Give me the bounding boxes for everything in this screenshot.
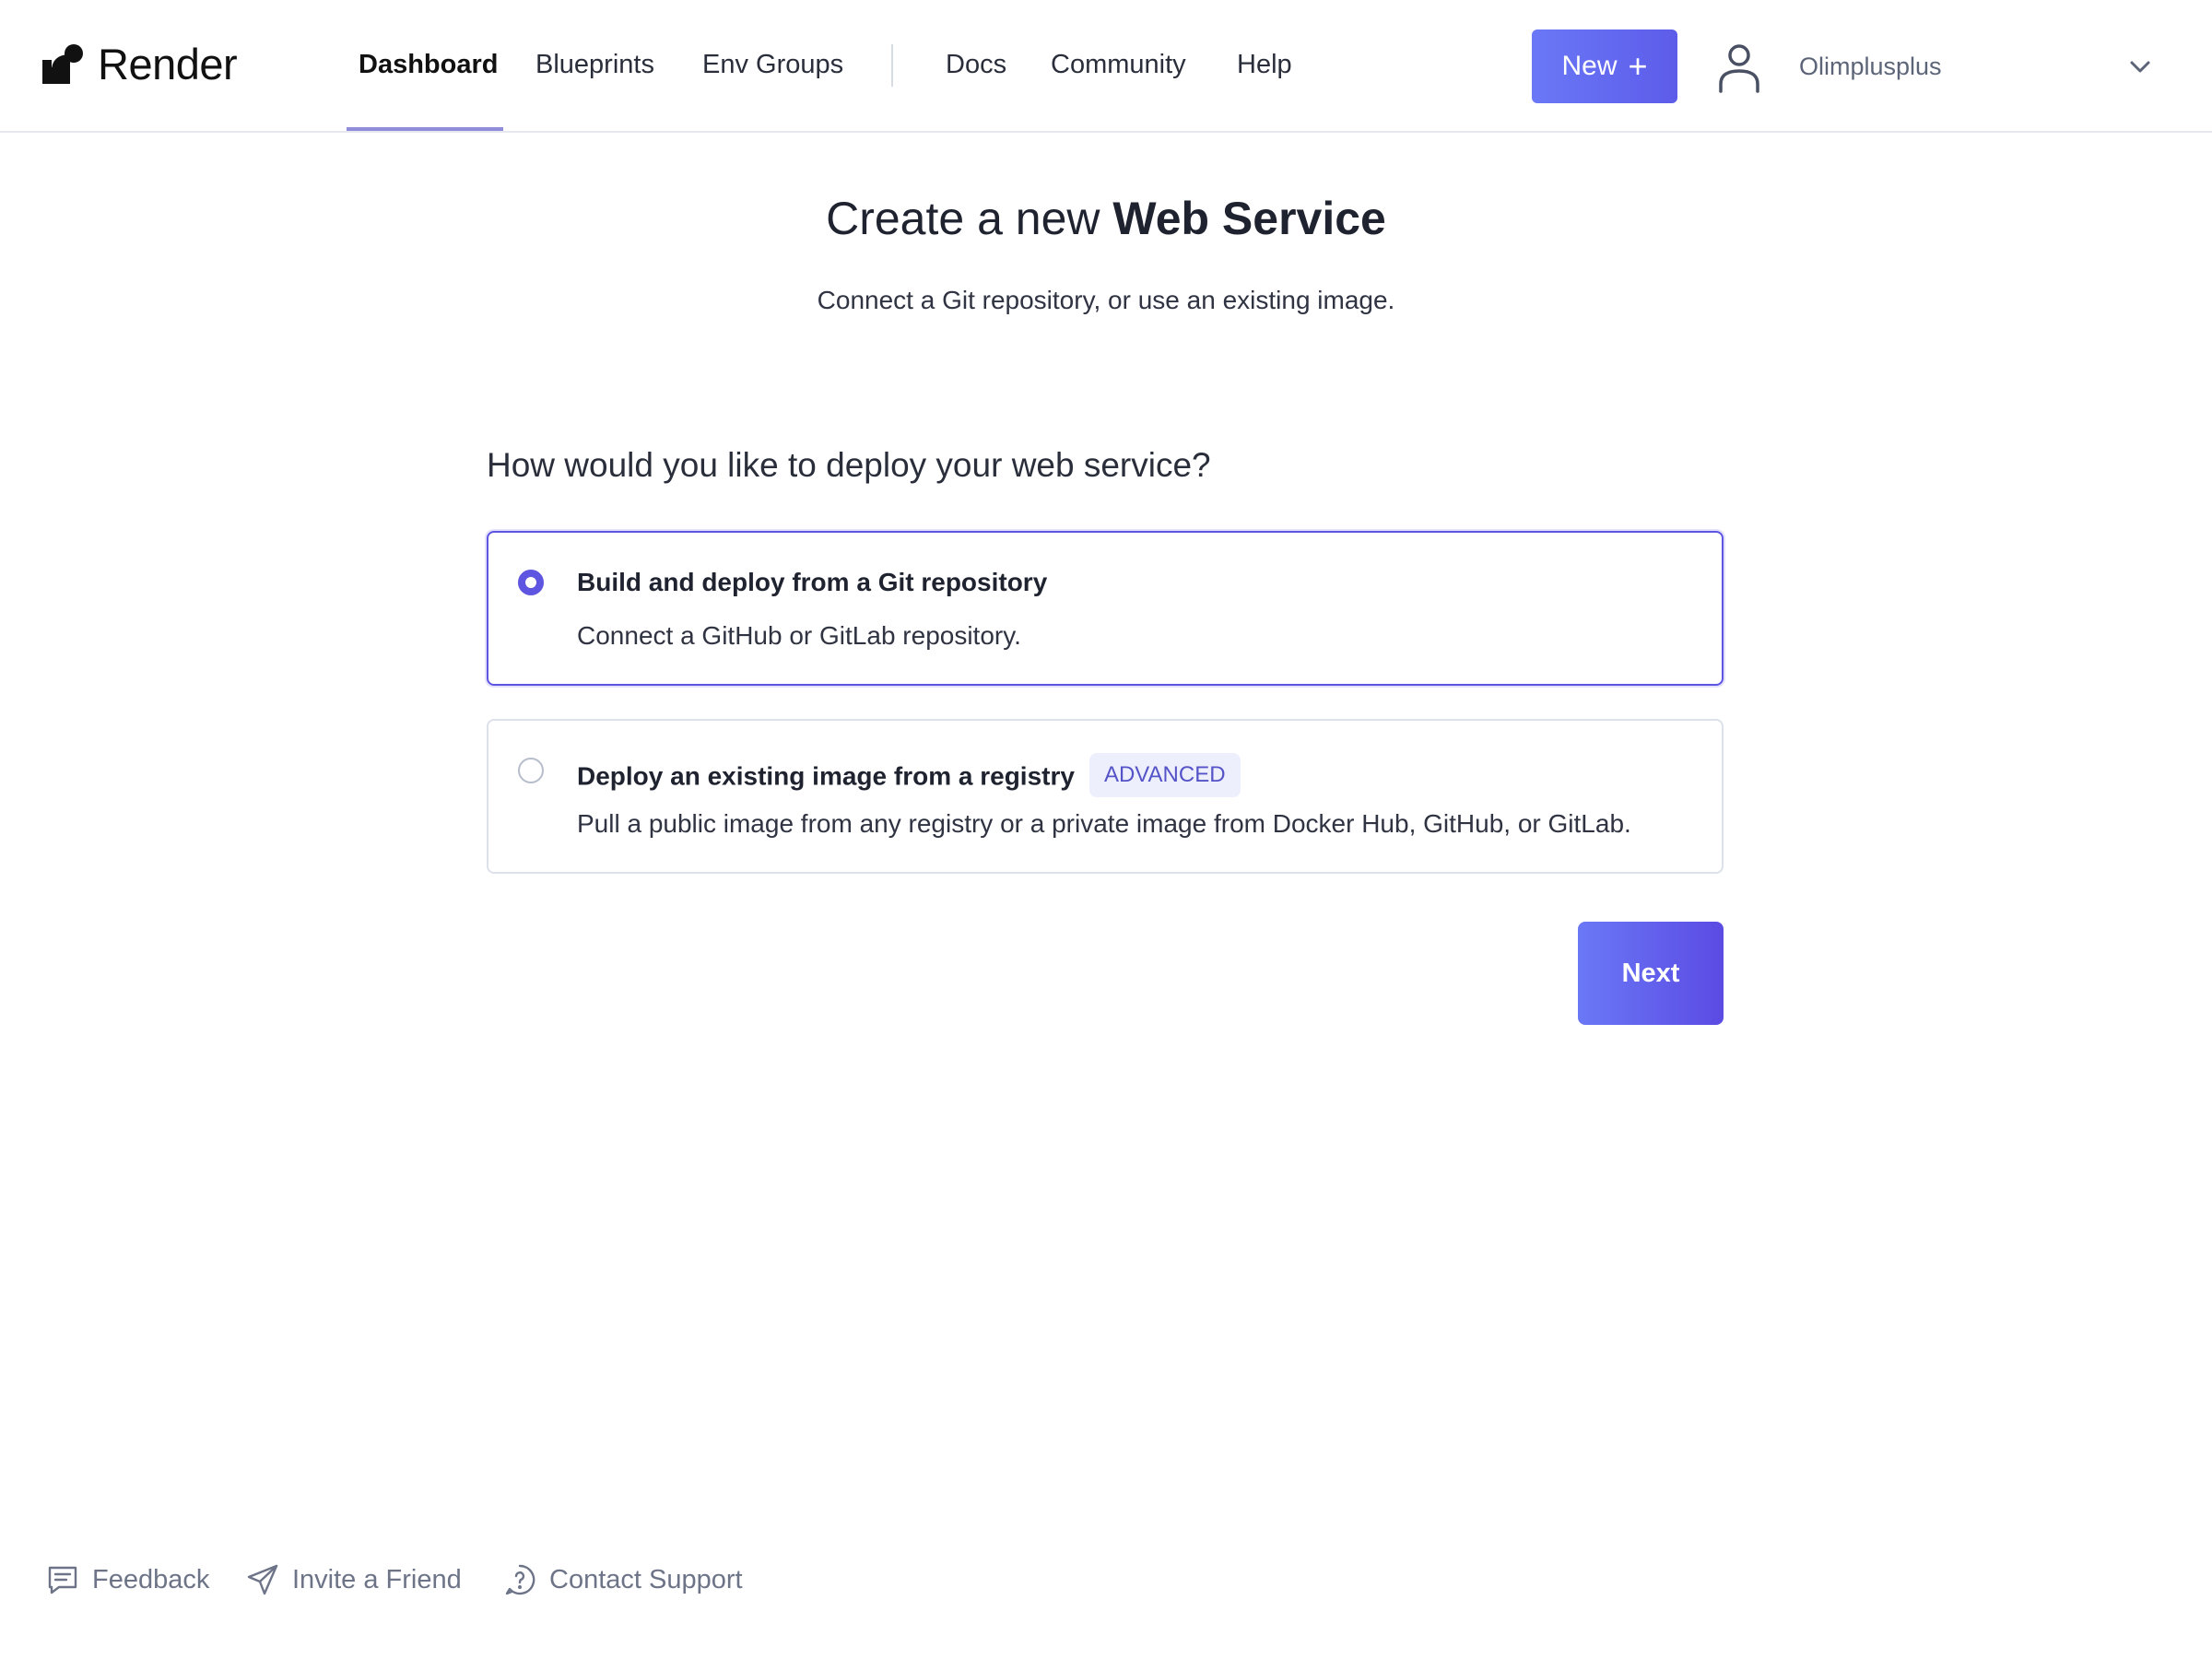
page-title-prefix: Create a new bbox=[826, 193, 1100, 244]
contact-support-link[interactable]: Contact Support bbox=[503, 1558, 743, 1602]
option-description: Pull a public image from any registry or… bbox=[577, 809, 1631, 838]
avatar[interactable] bbox=[1701, 29, 1777, 105]
invite-label: Invite a Friend bbox=[292, 1564, 462, 1594]
nav-help[interactable]: Help bbox=[1237, 0, 1292, 131]
nav-env-groups[interactable]: Env Groups bbox=[702, 0, 843, 131]
render-logo[interactable]: Render bbox=[42, 39, 238, 88]
render-logo-icon bbox=[42, 44, 83, 84]
page-subtitle: Connect a Git repository, or use an exis… bbox=[817, 286, 1395, 314]
invite-friend-link[interactable]: Invite a Friend bbox=[246, 1558, 462, 1602]
option-existing-image[interactable]: Deploy an existing image from a registry… bbox=[487, 719, 1724, 874]
new-button[interactable]: New + bbox=[1532, 29, 1677, 103]
option-description: Connect a GitHub or GitLab repository. bbox=[577, 621, 1021, 650]
account-name[interactable]: Olimplusplus bbox=[1799, 0, 1942, 133]
plus-icon: + bbox=[1628, 47, 1648, 85]
next-button[interactable]: Next bbox=[1578, 922, 1724, 1025]
option-title: Build and deploy from a Git repository bbox=[577, 568, 1048, 596]
nav-docs[interactable]: Docs bbox=[946, 0, 1006, 131]
page-title-emphasis: Web Service bbox=[1112, 193, 1386, 244]
radio-git-repository[interactable] bbox=[518, 570, 544, 595]
support-label: Contact Support bbox=[549, 1564, 743, 1594]
feedback-icon bbox=[48, 1566, 77, 1594]
send-icon bbox=[247, 1564, 278, 1595]
feedback-label: Feedback bbox=[92, 1564, 210, 1594]
user-icon bbox=[1719, 44, 1759, 93]
option-title: Deploy an existing image from a registry… bbox=[577, 753, 1241, 800]
page-title: Create a new Web Service bbox=[0, 192, 2212, 245]
new-button-label: New bbox=[1561, 51, 1618, 81]
chevron-down-icon[interactable] bbox=[2127, 53, 2153, 79]
nav-blueprints[interactable]: Blueprints bbox=[535, 0, 654, 131]
nav-divider bbox=[891, 44, 893, 87]
advanced-badge: ADVANCED bbox=[1088, 753, 1241, 797]
feedback-link[interactable]: Feedback bbox=[46, 1558, 209, 1602]
deploy-question: How would you like to deploy your web se… bbox=[487, 446, 1211, 484]
top-navigation-bar: Render Dashboard Blueprints Env Groups D… bbox=[0, 0, 2212, 133]
nav-community[interactable]: Community bbox=[1051, 0, 1186, 131]
logo-text: Render bbox=[98, 39, 238, 88]
option-git-repository[interactable]: Build and deploy from a Git repository C… bbox=[487, 531, 1724, 686]
nav-dashboard[interactable]: Dashboard bbox=[359, 0, 498, 131]
help-circle-icon bbox=[505, 1564, 535, 1595]
option-title-text: Deploy an existing image from a registry bbox=[577, 761, 1075, 791]
radio-existing-image[interactable] bbox=[518, 758, 544, 783]
active-nav-indicator bbox=[347, 127, 503, 131]
